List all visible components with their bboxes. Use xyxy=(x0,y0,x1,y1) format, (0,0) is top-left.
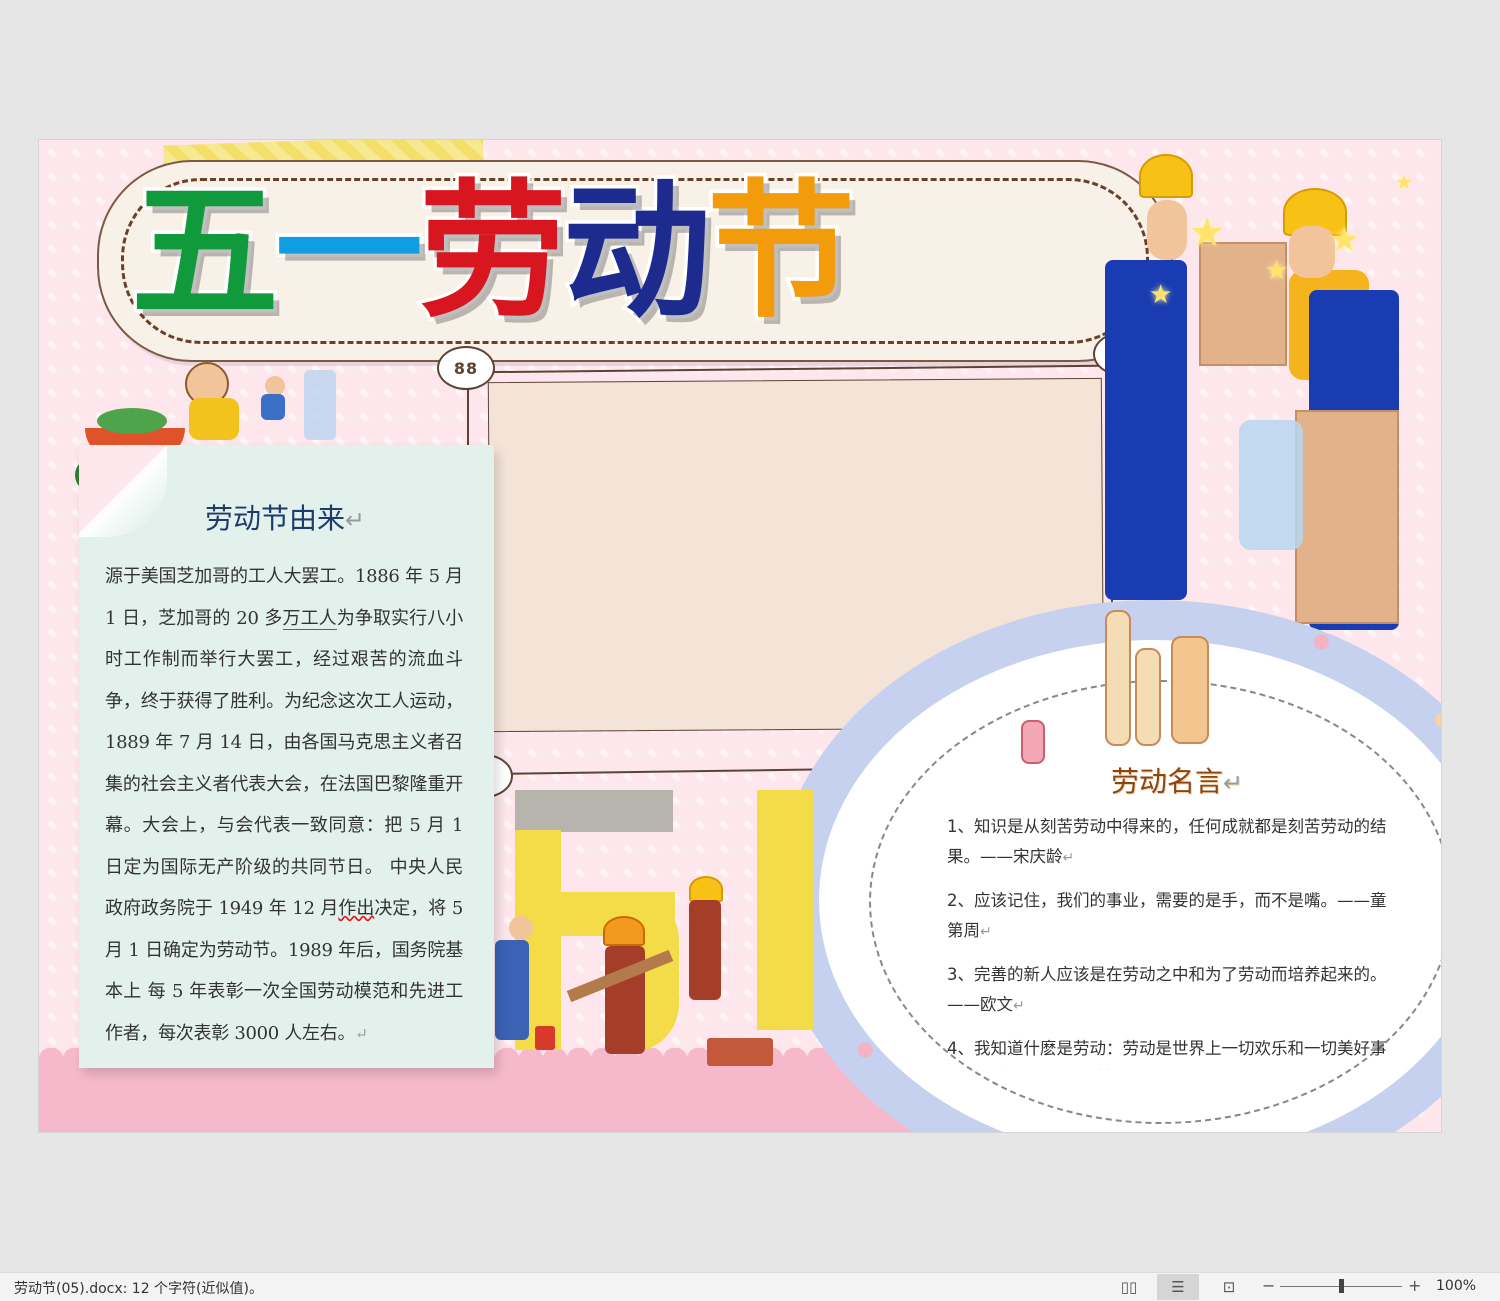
kid-shirt xyxy=(189,398,239,440)
print-layout-icon: ☰ xyxy=(1171,1278,1185,1296)
worker1-face xyxy=(1147,200,1187,260)
title-char-3: 劳 xyxy=(416,166,571,338)
origin-heading: 劳动节由来↵ xyxy=(205,502,365,535)
star-icon: ★ xyxy=(1395,170,1413,194)
page-title: 五 一 劳 动 节 xyxy=(128,162,859,342)
spelling-mark: 作出 xyxy=(338,898,375,919)
star-icon: ★ xyxy=(1189,210,1225,256)
paint-bucket-icon xyxy=(535,1026,555,1050)
document-info[interactable]: 劳动节(05).docx: 12 个字符(近似值)。 xyxy=(14,1278,263,1298)
painter-head-icon xyxy=(509,916,533,940)
title-char-1: 五 xyxy=(128,166,283,338)
read-mode-icon: ▯▯ xyxy=(1120,1278,1138,1296)
star-icon: ★ xyxy=(1329,220,1360,260)
string-line-top xyxy=(439,364,1139,374)
girl-head-icon xyxy=(265,376,285,396)
letter-decoration xyxy=(1021,720,1045,764)
letter-i-decoration xyxy=(1135,648,1161,746)
quote-item: 2、应该记住，我们的事业，需要的是手，而不是嘴。——童第周↵ xyxy=(947,891,1387,940)
origin-paragraph[interactable]: 源于美国芝加哥的工人大罢工。1886 年 5 月 1 日，芝加哥的 20 多万工… xyxy=(105,556,463,1055)
title-char-4: 动 xyxy=(560,166,715,338)
document-page: 五 一 劳 动 节 88 88 88 88 ★ ★ ★ ★ xyxy=(38,139,1442,1133)
pointing-worker-body xyxy=(689,900,721,1000)
web-layout-icon: ⊡ xyxy=(1222,1278,1236,1296)
bottom-wave-decoration xyxy=(39,1048,939,1132)
zoom-out-button[interactable]: − xyxy=(1262,1276,1275,1295)
zoom-in-button[interactable]: + xyxy=(1408,1276,1421,1295)
zoom-level[interactable]: 100% xyxy=(1436,1278,1476,1294)
stacked-box-icon xyxy=(1295,410,1399,624)
quote-item: 3、完善的新人应该是在劳动之中和为了劳动而培养起来的。——欧文↵ xyxy=(947,965,1387,1014)
bricks-icon xyxy=(707,1038,773,1066)
helmet-icon xyxy=(689,876,723,902)
letter-f-decoration xyxy=(1171,636,1209,744)
title-char-5: 节 xyxy=(704,166,859,338)
bar-shape xyxy=(757,790,813,1030)
quotes-heading: 劳动名言↵ xyxy=(1111,765,1243,798)
print-layout-button[interactable]: ☰ xyxy=(1157,1274,1199,1300)
quotes-list: 1、知识是从刻苦劳动中得来的，任何成就都是刻苦劳动的结果。——宋庆龄↵ 2、应该… xyxy=(947,812,1399,1070)
grammar-mark: 万工人 xyxy=(282,607,337,630)
girl-dress xyxy=(261,394,285,420)
button-decoration-icon: 88 xyxy=(437,346,495,390)
painter-body xyxy=(495,940,529,1040)
quote-item: 4、我知道什麽是劳动：劳动是世界上一切欢乐和一切美好事情的源泉。——高尔基 xyxy=(947,1039,1387,1070)
gray-block-shape xyxy=(515,790,673,832)
star-icon: ★ xyxy=(1265,256,1289,286)
worker1-overall xyxy=(1105,260,1187,600)
title-char-2: 一 xyxy=(272,166,427,338)
plants-icon xyxy=(97,408,167,434)
quote-item: 1、知识是从刻苦劳动中得来的，任何成就都是刻苦劳动的结果。——宋庆龄↵ xyxy=(947,817,1387,866)
status-bar: 劳动节(05).docx: 12 个字符(近似值)。 ▯▯ ☰ ⊡ − + 10… xyxy=(0,1272,1500,1301)
helmet-icon xyxy=(1139,154,1193,198)
read-mode-button[interactable]: ▯▯ xyxy=(1108,1274,1150,1300)
star-icon: ★ xyxy=(1149,280,1173,310)
zoom-slider-thumb[interactable] xyxy=(1339,1279,1344,1293)
web-layout-button[interactable]: ⊡ xyxy=(1208,1274,1250,1300)
letter-l-decoration xyxy=(1105,610,1131,746)
window-shape xyxy=(1239,420,1303,550)
window-shape xyxy=(304,370,336,440)
helmet-icon xyxy=(603,916,645,946)
